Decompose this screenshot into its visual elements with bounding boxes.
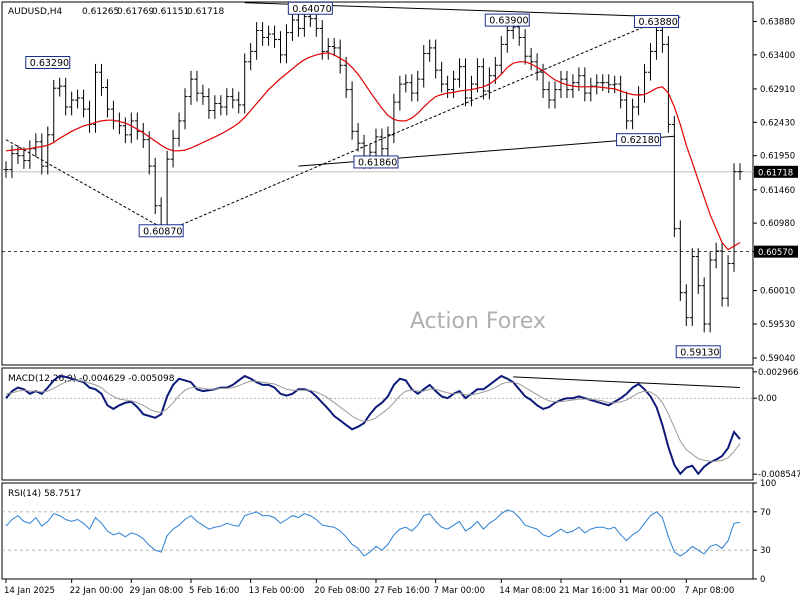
ohlc-high: 0.61769 bbox=[117, 7, 154, 17]
price-tick-label: 0.59040 bbox=[760, 354, 795, 364]
price-annotation: 0.63900 bbox=[484, 13, 530, 27]
price-tick-label: 0.63400 bbox=[760, 51, 795, 61]
rsi-panel: RSI(14) 58.7517 100 70 30 0 bbox=[1, 479, 776, 585]
price-annotation-label: 0.63880 bbox=[638, 17, 677, 28]
level-price-tag-text: 0.60570 bbox=[758, 248, 793, 258]
macd-axis: 0.0029660.00-0.008547 bbox=[753, 368, 800, 480]
price-annotation-label: 0.62180 bbox=[621, 135, 660, 146]
price-annotation: 0.62180 bbox=[616, 133, 662, 147]
current-price-tag: 0.61718 bbox=[754, 165, 798, 178]
price-annotation-label: 0.64070 bbox=[292, 4, 331, 15]
price-tick-label: 0.59530 bbox=[760, 320, 795, 330]
macd-title: MACD(12,26,9) -0.004629 -0.005098 bbox=[8, 374, 175, 384]
price-tick-label: 0.62910 bbox=[760, 85, 795, 95]
price-annotation: 0.64070 bbox=[287, 1, 333, 15]
price-tick-label: 0.61950 bbox=[760, 152, 795, 162]
time-tick-label: 20 Feb 08:00 bbox=[314, 586, 370, 596]
rsi-tick-label: 70 bbox=[760, 508, 771, 518]
watermark: Action Forex bbox=[410, 309, 546, 334]
ohlc-low: 0.61151 bbox=[152, 7, 189, 17]
current-price-tag-text: 0.61718 bbox=[758, 168, 793, 178]
price-tick-label: 0.62430 bbox=[760, 118, 795, 128]
level-price-tag: 0.60570 bbox=[754, 245, 798, 258]
price-annotation: 0.61860 bbox=[353, 155, 399, 169]
price-tick-label: 0.61460 bbox=[760, 186, 795, 196]
price-title: AUDUSD,H4 bbox=[8, 7, 63, 17]
time-tick-label: 27 Feb 16:00 bbox=[374, 586, 430, 596]
price-tick-label: 0.60010 bbox=[760, 287, 795, 297]
price-annotation-label: 0.60870 bbox=[143, 226, 182, 237]
macd-tick-label: 0.00 bbox=[758, 394, 777, 404]
price-annotation-label: 0.61860 bbox=[358, 157, 397, 168]
time-tick-label: 7 Mar 00:00 bbox=[434, 586, 485, 596]
price-axis: 0.63880 0.63400 0.62910 0.62430 0.61950 0.614… bbox=[753, 17, 798, 364]
price-tick-label: 0.60980 bbox=[760, 219, 795, 229]
price-annotation-label: 0.59130 bbox=[680, 347, 719, 358]
time-tick-label: 7 Apr 08:00 bbox=[684, 586, 734, 596]
price-panel: AUDUSD,H4 0.61265 0.61769 0.61151 0.6171… bbox=[1, 1, 798, 366]
price-annotation-label: 0.63290 bbox=[30, 58, 69, 69]
chart-root: AUDUSD,H4 0.61265 0.61769 0.61151 0.6171… bbox=[1, 1, 800, 596]
time-tick-label: 22 Jan 00:00 bbox=[70, 586, 124, 596]
rsi-tick-label: 30 bbox=[760, 546, 771, 556]
time-tick-label: 14 Jan 2025 bbox=[4, 586, 55, 596]
macd-tick-label: 0.002966 bbox=[758, 368, 799, 378]
price-annotation-label: 0.63900 bbox=[489, 16, 528, 27]
rsi-title: RSI(14) 58.7517 bbox=[8, 489, 81, 499]
price-panel-frame bbox=[1, 1, 754, 366]
time-tick-label: 14 Mar 08:00 bbox=[499, 586, 556, 596]
rsi-axis: 100 70 30 0 bbox=[753, 479, 776, 585]
price-annotation: 0.59130 bbox=[675, 345, 721, 359]
rsi-tick-label: 100 bbox=[760, 479, 776, 489]
time-axis: 14 Jan 2025 22 Jan 00:00 29 Jan 08:00 5 Feb… bbox=[4, 579, 734, 596]
rsi-tick-label: 0 bbox=[760, 575, 765, 585]
price-annotation: 0.63290 bbox=[25, 56, 71, 69]
price-annotation: 0.63880 bbox=[633, 14, 679, 28]
rsi-panel-frame bbox=[1, 482, 754, 580]
time-tick-label: 31 Mar 00:00 bbox=[619, 586, 676, 596]
time-tick-label: 29 Jan 08:00 bbox=[129, 586, 183, 596]
time-tick-label: 13 Feb 00:00 bbox=[249, 586, 305, 596]
time-tick-label: 5 Feb 16:00 bbox=[189, 586, 239, 596]
time-tick-label: 21 Mar 16:00 bbox=[559, 586, 616, 596]
ohlc-open: 0.61265 bbox=[82, 7, 119, 17]
ohlc-close: 0.61718 bbox=[187, 7, 224, 17]
price-tick-label: 0.63880 bbox=[760, 17, 795, 27]
price-annotation: 0.60870 bbox=[138, 224, 184, 238]
macd-panel: MACD(12,26,9) -0.004629 -0.005098 0.0029… bbox=[1, 367, 800, 481]
